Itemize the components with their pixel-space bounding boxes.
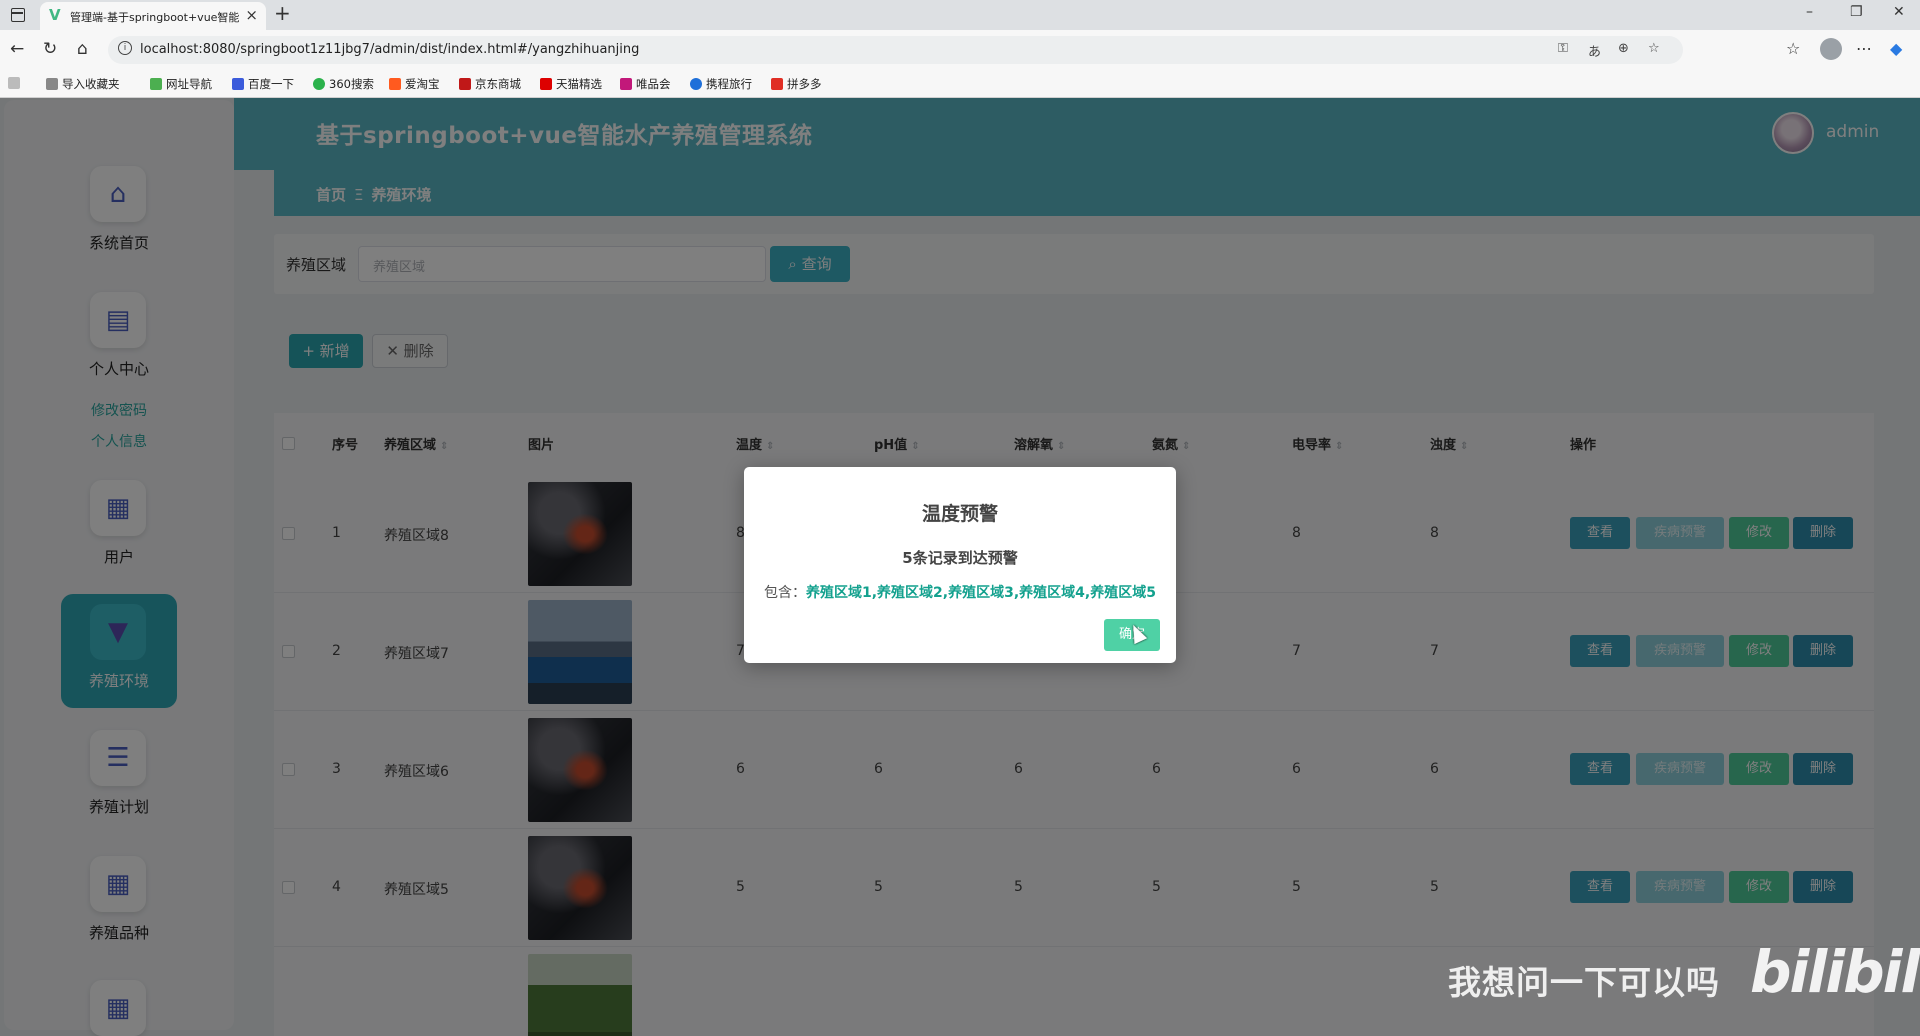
browser-tab[interactable]: V 管理端-基于springboot+vue智能 × xyxy=(40,2,266,30)
bookmark-item[interactable]: 百度一下 xyxy=(232,76,294,92)
include-label: 包含： xyxy=(764,585,806,601)
window-close-icon[interactable]: ✕ xyxy=(1893,4,1905,20)
tab-title: 管理端-基于springboot+vue智能 xyxy=(70,11,240,24)
bookmark-item[interactable]: 天猫精选 xyxy=(540,76,602,92)
bookmark-item[interactable]: 携程旅行 xyxy=(690,76,752,92)
include-value: 养殖区域1,养殖区域2,养殖区域3,养殖区域4,养殖区域5 xyxy=(806,585,1156,601)
dialog-message: 5条记录到达预警 xyxy=(902,549,1018,567)
minimize-icon[interactable]: – xyxy=(1806,4,1813,20)
translate-icon[interactable]: あ xyxy=(1588,41,1601,60)
video-caption: 我想问一下可以吗 xyxy=(1448,963,1720,1002)
bookmark-item[interactable]: 拼多多 xyxy=(771,76,822,92)
bookmark-folder-icon[interactable] xyxy=(8,76,24,90)
url-text: localhost:8080/springboot1z11jbg7/admin/… xyxy=(140,42,640,57)
window-menu-icon[interactable] xyxy=(11,8,25,22)
warning-dialog: 温度预警 5条记录到达预警 包含：养殖区域1,养殖区域2,养殖区域3,养殖区域4… xyxy=(744,467,1176,663)
bookmark-item[interactable]: 京东商城 xyxy=(459,76,521,92)
bookmark-item[interactable]: 唯品会 xyxy=(620,76,671,92)
new-tab-icon[interactable]: + xyxy=(274,1,291,25)
bookmark-item[interactable]: 360搜索 xyxy=(313,76,374,92)
restore-icon[interactable]: ❐ xyxy=(1850,4,1863,20)
back-icon[interactable]: ← xyxy=(10,39,24,59)
address-bar: ← ↻ ⌂ i localhost:8080/springboot1z11jbg… xyxy=(0,30,1920,70)
bookmark-item[interactable]: 导入收藏夹 xyxy=(46,76,120,92)
star-icon[interactable]: ☆ xyxy=(1648,41,1660,56)
reload-icon[interactable]: ↻ xyxy=(43,39,57,59)
profile-icon[interactable] xyxy=(1820,38,1842,60)
copilot-icon[interactable]: ◆ xyxy=(1890,39,1902,58)
key-icon[interactable]: ⚿ xyxy=(1558,41,1568,56)
site-info-icon[interactable]: i xyxy=(118,41,132,55)
bookmark-item[interactable]: 爱淘宝 xyxy=(389,76,440,92)
zoom-icon[interactable]: ⊕ xyxy=(1618,41,1629,56)
more-icon[interactable]: ⋯ xyxy=(1856,39,1872,58)
bilibili-logo: bilibili xyxy=(1750,938,1920,1006)
browser-tab-strip: V 管理端-基于springboot+vue智能 × + – ❐ ✕ xyxy=(0,0,1920,30)
bookmarks-bar: 导入收藏夹 网址导航 百度一下 360搜索 爱淘宝 京东商城 天猫精选 唯品会 … xyxy=(0,70,1920,98)
dialog-include-line: 包含：养殖区域1,养殖区域2,养殖区域3,养殖区域4,养殖区域5 xyxy=(764,582,1156,602)
vue-icon: V xyxy=(49,6,61,24)
close-tab-icon[interactable]: × xyxy=(245,6,258,24)
favorites-icon[interactable]: ☆ xyxy=(1786,39,1800,58)
home-nav-icon[interactable]: ⌂ xyxy=(77,39,88,59)
url-field[interactable]: i localhost:8080/springboot1z11jbg7/admi… xyxy=(108,36,1683,64)
bookmark-item[interactable]: 网址导航 xyxy=(150,76,212,92)
dialog-title: 温度预警 xyxy=(921,503,998,525)
